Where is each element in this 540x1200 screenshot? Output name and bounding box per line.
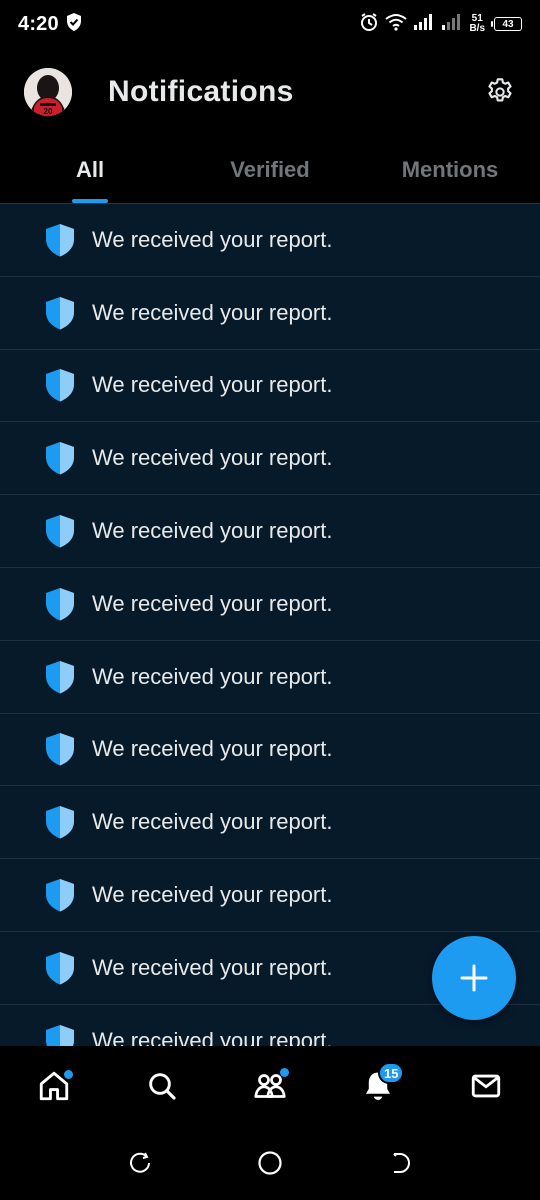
shield-icon <box>42 877 78 913</box>
notification-text: We received your report. <box>92 663 333 689</box>
recents-icon <box>130 1152 150 1173</box>
notification-text: We received your report. <box>92 445 333 471</box>
battery-icon: 43 <box>491 17 522 31</box>
mail-icon <box>471 1074 501 1098</box>
alarm-icon <box>359 12 379 37</box>
shield-check-icon <box>65 12 83 37</box>
notification-row[interactable]: We received your report. <box>0 714 540 787</box>
tab-all[interactable]: All <box>0 136 180 203</box>
back-icon <box>393 1153 410 1173</box>
notification-text: We received your report. <box>92 518 333 544</box>
nav-home[interactable] <box>24 1056 84 1116</box>
page-title: Notifications <box>108 75 294 108</box>
signal-icon <box>413 13 435 36</box>
notification-text: We received your report. <box>92 736 333 762</box>
notification-badge: 15 <box>378 1062 405 1084</box>
gear-icon <box>488 78 512 102</box>
tab-bar: All Verified Mentions <box>0 136 540 204</box>
shield-icon <box>42 804 78 840</box>
notification-text: We received your report. <box>92 299 333 325</box>
shield-icon <box>42 1023 78 1046</box>
shield-icon <box>42 586 78 622</box>
notification-text: We received your report. <box>92 372 333 398</box>
wifi-icon <box>385 13 408 36</box>
nav-search[interactable] <box>132 1056 192 1116</box>
nav-notifications[interactable]: 15 <box>348 1056 408 1116</box>
notification-text: We received your report. <box>92 226 333 252</box>
notification-row[interactable]: We received your report. <box>0 859 540 932</box>
shield-icon <box>42 513 78 549</box>
net-speed: 51 B/s <box>469 14 485 34</box>
notification-row[interactable]: We received your report. <box>0 350 540 423</box>
shield-icon <box>42 731 78 767</box>
system-nav <box>0 1126 540 1200</box>
communities-dot <box>280 1068 289 1077</box>
notification-text: We received your report. <box>92 809 333 835</box>
shield-icon <box>42 659 78 695</box>
net-speed-unit: B/s <box>469 23 485 34</box>
tab-mentions[interactable]: Mentions <box>360 136 540 203</box>
notification-text: We received your report. <box>92 590 333 616</box>
notification-row[interactable]: We received your report. <box>0 495 540 568</box>
recents-button[interactable] <box>125 1148 155 1178</box>
svg-text:20: 20 <box>44 107 53 116</box>
avatar[interactable]: 20 <box>24 68 72 116</box>
bottom-nav: 15 <box>0 1046 540 1126</box>
notification-row[interactable]: We received your report. <box>0 422 540 496</box>
home-dot <box>64 1070 73 1079</box>
notification-row[interactable]: We received your report. <box>0 204 540 277</box>
header: 20 Notifications <box>0 48 540 136</box>
status-bar: 4:20 51 B/s 43 <box>0 0 540 48</box>
notification-row[interactable]: We received your report. <box>0 641 540 714</box>
battery-level: 43 <box>494 17 522 31</box>
status-time: 4:20 <box>18 12 59 35</box>
notification-list: We received your report. We received your… <box>0 204 540 1046</box>
shield-icon <box>42 440 78 476</box>
notification-row[interactable]: We received your report. <box>0 277 540 350</box>
notification-row[interactable]: We received your report. <box>0 786 540 860</box>
shield-icon <box>42 950 78 986</box>
nav-communities[interactable] <box>240 1056 300 1116</box>
tab-verified[interactable]: Verified <box>180 136 360 203</box>
shield-icon <box>42 367 78 403</box>
search-icon <box>149 1073 176 1100</box>
notification-text: We received your report. <box>92 954 333 980</box>
shield-icon <box>42 222 78 258</box>
notification-row[interactable]: We received your report. <box>0 568 540 641</box>
nav-messages[interactable] <box>456 1056 516 1116</box>
circle-icon <box>258 1151 282 1175</box>
home-system-button[interactable] <box>255 1148 285 1178</box>
notification-text: We received your report. <box>92 882 333 908</box>
shield-icon <box>42 295 78 331</box>
back-button[interactable] <box>385 1148 415 1178</box>
settings-button[interactable] <box>480 72 520 112</box>
plus-icon <box>460 964 488 992</box>
compose-button[interactable] <box>432 936 516 1020</box>
signal-icon-2 <box>441 13 463 36</box>
notification-text: We received your report. <box>92 1027 333 1046</box>
